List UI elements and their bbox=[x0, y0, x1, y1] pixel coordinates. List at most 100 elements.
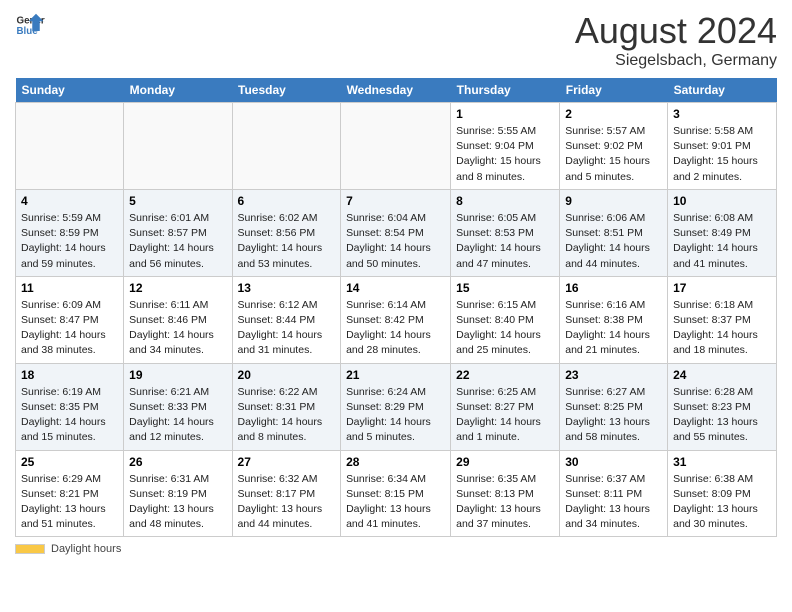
calendar-cell: 5 Sunrise: 6:01 AM Sunset: 8:57 PM Daylig… bbox=[124, 189, 232, 276]
footer-note: Daylight hours bbox=[15, 543, 777, 555]
logo: General Blue bbox=[15, 10, 45, 40]
day-detail: Sunrise: 5:57 AM Sunset: 9:02 PM Dayligh… bbox=[565, 124, 662, 185]
day-detail: Sunrise: 6:22 AM Sunset: 8:31 PM Dayligh… bbox=[238, 385, 336, 446]
day-number: 20 bbox=[238, 368, 336, 382]
day-number: 21 bbox=[346, 368, 445, 382]
day-number: 26 bbox=[129, 455, 226, 469]
calendar-cell: 19 Sunrise: 6:21 AM Sunset: 8:33 PM Dayli… bbox=[124, 363, 232, 450]
calendar-cell: 9 Sunrise: 6:06 AM Sunset: 8:51 PM Daylig… bbox=[560, 189, 668, 276]
calendar-week-row: 18 Sunrise: 6:19 AM Sunset: 8:35 PM Dayli… bbox=[16, 363, 777, 450]
day-detail: Sunrise: 5:55 AM Sunset: 9:04 PM Dayligh… bbox=[456, 124, 554, 185]
calendar-cell: 3 Sunrise: 5:58 AM Sunset: 9:01 PM Daylig… bbox=[668, 103, 777, 190]
calendar-cell: 12Sunrise: 6:11 AM Sunset: 8:46 PM Dayli… bbox=[124, 276, 232, 363]
day-number: 12 bbox=[129, 281, 226, 295]
calendar-cell: 21 Sunrise: 6:24 AM Sunset: 8:29 PM Dayli… bbox=[341, 363, 451, 450]
day-number: 13 bbox=[238, 281, 336, 295]
calendar-cell: 2 Sunrise: 5:57 AM Sunset: 9:02 PM Daylig… bbox=[560, 103, 668, 190]
calendar-cell bbox=[16, 103, 124, 190]
calendar-cell: 6Sunrise: 6:02 AM Sunset: 8:56 PM Daylig… bbox=[232, 189, 341, 276]
calendar-week-row: 4 Sunrise: 5:59 AM Sunset: 8:59 PM Daylig… bbox=[16, 189, 777, 276]
logo-icon: General Blue bbox=[15, 10, 45, 40]
calendar-cell: 8 Sunrise: 6:05 AM Sunset: 8:53 PM Daylig… bbox=[451, 189, 560, 276]
day-number: 5 bbox=[129, 194, 226, 208]
day-number: 14 bbox=[346, 281, 445, 295]
calendar-cell: 23 Sunrise: 6:27 AM Sunset: 8:25 PM Dayli… bbox=[560, 363, 668, 450]
day-number: 23 bbox=[565, 368, 662, 382]
calendar-cell: 16 Sunrise: 6:16 AM Sunset: 8:38 PM Dayli… bbox=[560, 276, 668, 363]
daylight-bar-icon bbox=[15, 544, 45, 554]
day-number: 31 bbox=[673, 455, 771, 469]
day-detail: Sunrise: 5:59 AM Sunset: 8:59 PM Dayligh… bbox=[21, 211, 118, 272]
calendar-cell: 28 Sunrise: 6:34 AM Sunset: 8:15 PM Dayli… bbox=[341, 450, 451, 537]
column-header-saturday: Saturday bbox=[668, 78, 777, 103]
daylight-label: Daylight hours bbox=[51, 543, 121, 555]
day-detail: Sunrise: 6:24 AM Sunset: 8:29 PM Dayligh… bbox=[346, 385, 445, 446]
day-number: 29 bbox=[456, 455, 554, 469]
day-number: 7 bbox=[346, 194, 445, 208]
day-number: 30 bbox=[565, 455, 662, 469]
day-detail: Sunrise: 6:16 AM Sunset: 8:38 PM Dayligh… bbox=[565, 298, 662, 359]
column-header-wednesday: Wednesday bbox=[341, 78, 451, 103]
day-detail: Sunrise: 6:05 AM Sunset: 8:53 PM Dayligh… bbox=[456, 211, 554, 272]
day-number: 4 bbox=[21, 194, 118, 208]
calendar-cell: 24 Sunrise: 6:28 AM Sunset: 8:23 PM Dayli… bbox=[668, 363, 777, 450]
day-detail: Sunrise: 6:35 AM Sunset: 8:13 PM Dayligh… bbox=[456, 472, 554, 533]
day-detail: Sunrise: 6:28 AM Sunset: 8:23 PM Dayligh… bbox=[673, 385, 771, 446]
day-detail: Sunrise: 6:12 AM Sunset: 8:44 PM Dayligh… bbox=[238, 298, 336, 359]
day-detail: Sunrise: 6:32 AM Sunset: 8:17 PM Dayligh… bbox=[238, 472, 336, 533]
day-detail: Sunrise: 6:29 AM Sunset: 8:21 PM Dayligh… bbox=[21, 472, 118, 533]
day-detail: Sunrise: 6:19 AM Sunset: 8:35 PM Dayligh… bbox=[21, 385, 118, 446]
day-detail: Sunrise: 6:01 AM Sunset: 8:57 PM Dayligh… bbox=[129, 211, 226, 272]
column-header-tuesday: Tuesday bbox=[232, 78, 341, 103]
day-detail: Sunrise: 6:21 AM Sunset: 8:33 PM Dayligh… bbox=[129, 385, 226, 446]
day-detail: Sunrise: 6:38 AM Sunset: 8:09 PM Dayligh… bbox=[673, 472, 771, 533]
header: General Blue August 2024 Siegelsbach, Ge… bbox=[15, 10, 777, 70]
calendar-cell: 27 Sunrise: 6:32 AM Sunset: 8:17 PM Dayli… bbox=[232, 450, 341, 537]
day-detail: Sunrise: 6:27 AM Sunset: 8:25 PM Dayligh… bbox=[565, 385, 662, 446]
day-number: 28 bbox=[346, 455, 445, 469]
calendar-cell: 25 Sunrise: 6:29 AM Sunset: 8:21 PM Dayli… bbox=[16, 450, 124, 537]
calendar-cell: 31 Sunrise: 6:38 AM Sunset: 8:09 PM Dayli… bbox=[668, 450, 777, 537]
calendar-cell: 13 Sunrise: 6:12 AM Sunset: 8:44 PM Dayli… bbox=[232, 276, 341, 363]
column-header-friday: Friday bbox=[560, 78, 668, 103]
day-number: 25 bbox=[21, 455, 118, 469]
calendar-cell: 18 Sunrise: 6:19 AM Sunset: 8:35 PM Dayli… bbox=[16, 363, 124, 450]
calendar-cell: 22Sunrise: 6:25 AM Sunset: 8:27 PM Dayli… bbox=[451, 363, 560, 450]
day-detail: Sunrise: 6:15 AM Sunset: 8:40 PM Dayligh… bbox=[456, 298, 554, 359]
day-number: 19 bbox=[129, 368, 226, 382]
calendar-cell: 1 Sunrise: 5:55 AM Sunset: 9:04 PM Daylig… bbox=[451, 103, 560, 190]
day-number: 9 bbox=[565, 194, 662, 208]
day-number: 24 bbox=[673, 368, 771, 382]
day-detail: Sunrise: 6:14 AM Sunset: 8:42 PM Dayligh… bbox=[346, 298, 445, 359]
calendar-cell: 11Sunrise: 6:09 AM Sunset: 8:47 PM Dayli… bbox=[16, 276, 124, 363]
day-number: 1 bbox=[456, 107, 554, 121]
calendar-cell: 29 Sunrise: 6:35 AM Sunset: 8:13 PM Dayli… bbox=[451, 450, 560, 537]
day-detail: Sunrise: 6:04 AM Sunset: 8:54 PM Dayligh… bbox=[346, 211, 445, 272]
title-area: August 2024 Siegelsbach, Germany bbox=[575, 10, 777, 70]
calendar-cell: 30 Sunrise: 6:37 AM Sunset: 8:11 PM Dayli… bbox=[560, 450, 668, 537]
column-header-thursday: Thursday bbox=[451, 78, 560, 103]
day-detail: Sunrise: 6:34 AM Sunset: 8:15 PM Dayligh… bbox=[346, 472, 445, 533]
day-number: 2 bbox=[565, 107, 662, 121]
day-detail: Sunrise: 6:37 AM Sunset: 8:11 PM Dayligh… bbox=[565, 472, 662, 533]
calendar-week-row: 25 Sunrise: 6:29 AM Sunset: 8:21 PM Dayli… bbox=[16, 450, 777, 537]
calendar-cell: 10Sunrise: 6:08 AM Sunset: 8:49 PM Dayli… bbox=[668, 189, 777, 276]
calendar-cell bbox=[341, 103, 451, 190]
day-number: 18 bbox=[21, 368, 118, 382]
calendar-table: SundayMondayTuesdayWednesdayThursdayFrid… bbox=[15, 78, 777, 537]
column-header-sunday: Sunday bbox=[16, 78, 124, 103]
page-subtitle: Siegelsbach, Germany bbox=[575, 52, 777, 70]
day-number: 15 bbox=[456, 281, 554, 295]
day-detail: Sunrise: 5:58 AM Sunset: 9:01 PM Dayligh… bbox=[673, 124, 771, 185]
calendar-cell: 20 Sunrise: 6:22 AM Sunset: 8:31 PM Dayli… bbox=[232, 363, 341, 450]
day-detail: Sunrise: 6:18 AM Sunset: 8:37 PM Dayligh… bbox=[673, 298, 771, 359]
day-detail: Sunrise: 6:31 AM Sunset: 8:19 PM Dayligh… bbox=[129, 472, 226, 533]
day-number: 16 bbox=[565, 281, 662, 295]
day-detail: Sunrise: 6:09 AM Sunset: 8:47 PM Dayligh… bbox=[21, 298, 118, 359]
day-number: 3 bbox=[673, 107, 771, 121]
day-number: 17 bbox=[673, 281, 771, 295]
day-number: 27 bbox=[238, 455, 336, 469]
day-detail: Sunrise: 6:06 AM Sunset: 8:51 PM Dayligh… bbox=[565, 211, 662, 272]
day-detail: Sunrise: 6:08 AM Sunset: 8:49 PM Dayligh… bbox=[673, 211, 771, 272]
day-number: 8 bbox=[456, 194, 554, 208]
